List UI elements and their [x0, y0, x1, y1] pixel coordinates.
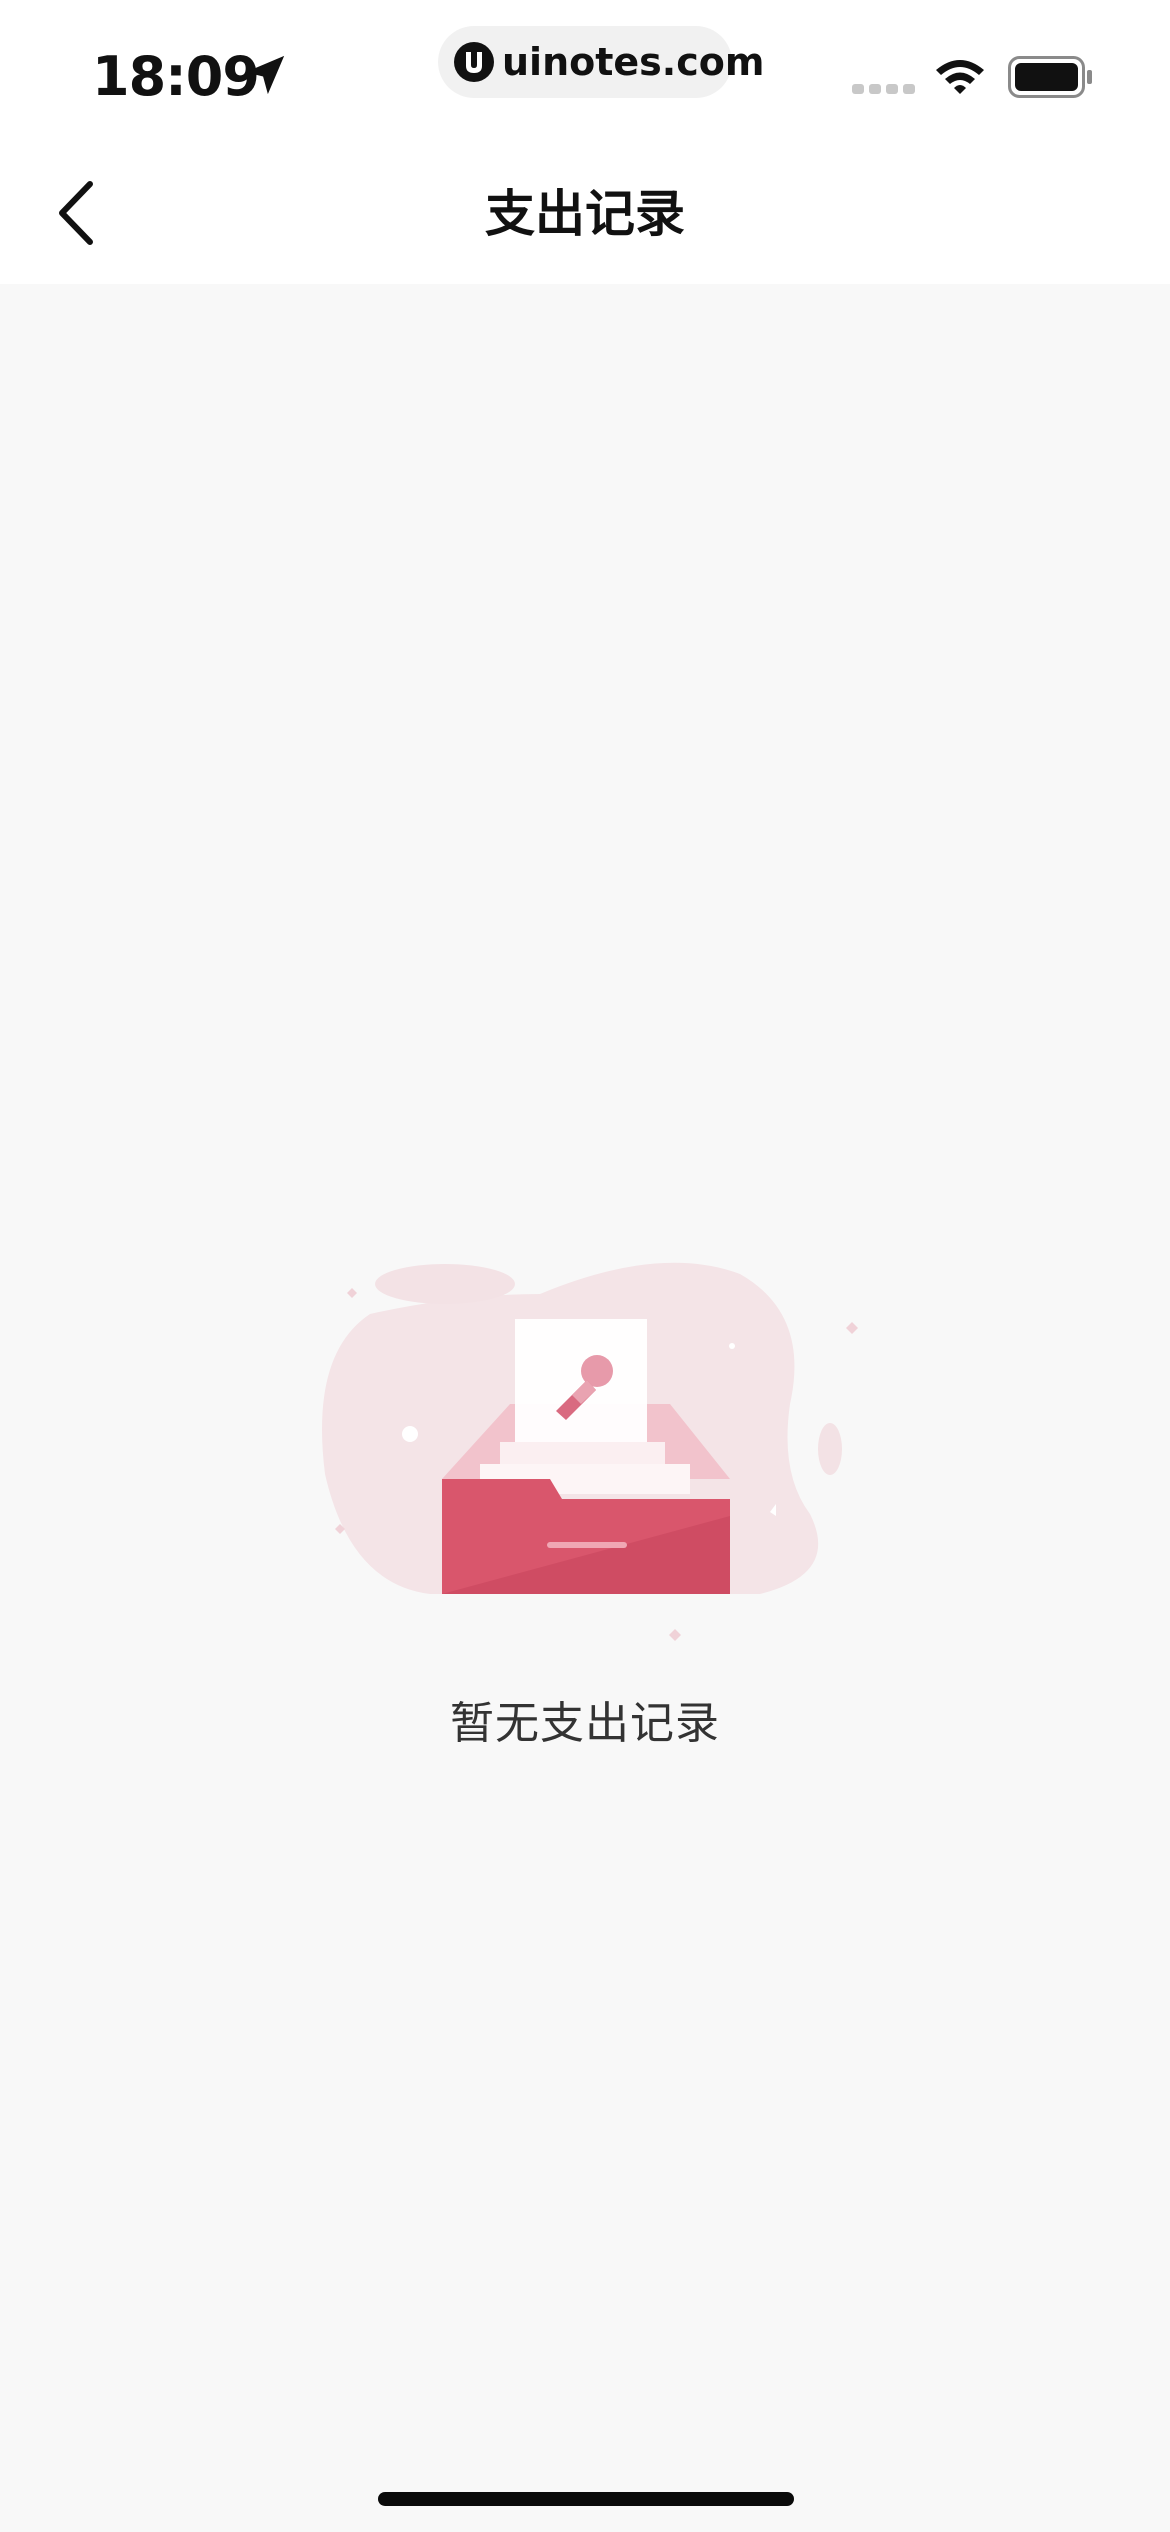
- empty-drawer-illustration: [322, 1262, 858, 1641]
- wifi-icon: [936, 60, 984, 94]
- url-pill[interactable]: uinotes.com: [438, 26, 764, 98]
- empty-state: 暂无支出记录: [0, 284, 1170, 2532]
- home-indicator[interactable]: [378, 2492, 794, 2506]
- site-logo-icon: [454, 42, 494, 82]
- signal-icon: [852, 84, 915, 94]
- page-title: 支出记录: [485, 185, 685, 243]
- location-arrow-icon: [245, 55, 285, 95]
- status-time: 18:09: [92, 45, 260, 108]
- status-bar: 18:09 uinotes.com: [0, 0, 1170, 140]
- nav-bar: 支出记录: [0, 140, 1170, 284]
- empty-state-message: 暂无支出记录: [450, 1698, 720, 1749]
- url-text: uinotes.com: [502, 40, 765, 84]
- battery-icon: [1008, 56, 1092, 98]
